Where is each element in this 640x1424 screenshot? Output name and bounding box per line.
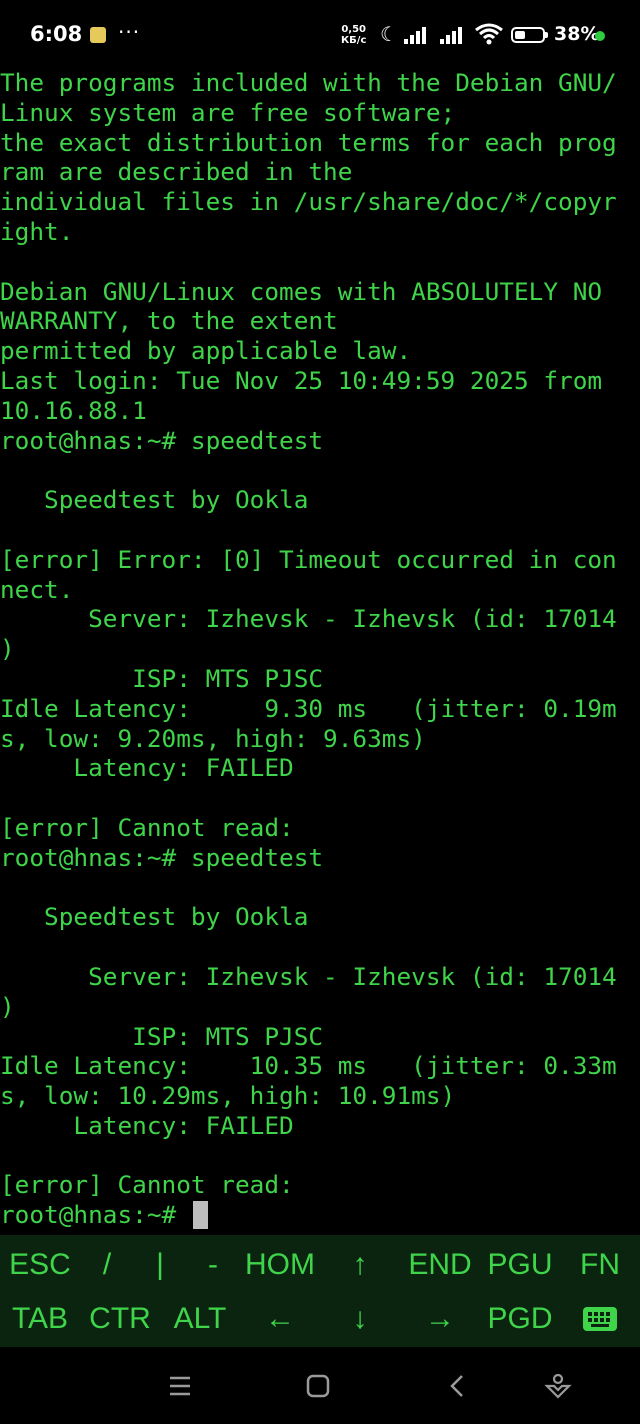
terminal-line: Debian GNU/Linux comes with ABSOLUTELY N… [0,276,603,306]
navigation-bar [0,1347,640,1424]
key-fn[interactable]: FN [560,1237,640,1293]
terminal-line: Idle Latency: 9.30 ms (jitter: 0.19m [0,693,617,723]
key-right[interactable]: → [400,1291,480,1347]
more-notifications-icon: ··· [118,20,141,44]
status-bar: 6:08 ··· 0,50 КБ/с ☾ 38% [0,0,640,72]
keyboard-icon[interactable] [560,1291,640,1347]
clock: 6:08 [30,22,83,46]
terminal-line: [error] Cannot read: [0,812,294,842]
battery-icon [511,27,545,43]
terminal-line: s, low: 9.20ms, high: 9.63ms) [0,723,426,753]
network-speed-unit: КБ/с [341,35,367,46]
notification-icon [90,27,106,43]
terminal-line: Last login: Tue Nov 25 10:49:59 2025 fro… [0,365,603,395]
signal-icon [404,26,434,44]
terminal-line: ) [0,634,15,664]
text-cursor [192,1201,208,1230]
extra-keys-bar: ESC / | - HOM ↑ END PGU FN TAB CTR ALT ← ↓ → PGD [0,1235,640,1347]
terminal-line: The programs included with the Debian GN… [0,68,617,97]
terminal-line: Idle Latency: 10.35 ms (jitter: 0.33m [0,1051,617,1081]
key-up[interactable]: ↑ [320,1237,400,1293]
terminal-line: Latency: FAILED [0,1110,294,1140]
key-ctr[interactable]: CTR [80,1291,160,1347]
terminal-line: ISP: MTS PJSC [0,663,324,693]
key-pgu[interactable]: PGU [480,1237,560,1293]
assistant-icon[interactable] [543,1371,573,1401]
network-speed-value: 0,50 [341,24,367,35]
key-pgd[interactable]: PGD [480,1291,560,1347]
terminal-line: WARRANTY, to the extent [0,306,338,336]
terminal-line: ight. [0,216,74,246]
terminal-line: Linux system are free software; [0,97,456,127]
terminal-line: [error] Cannot read: [0,1170,294,1200]
terminal-line: Speedtest by Ookla [0,485,309,515]
terminal-line: Server: Izhevsk - Izhevsk (id: 17014 [0,604,617,634]
moon-icon: ☾ [380,22,398,46]
terminal-line: 10.16.88.1 [0,395,147,425]
shell-prompt: root@hnas:~# [0,1200,191,1230]
terminal-line: [error] Error: [0] Timeout occurred in c… [0,544,617,574]
battery-percent: 38% [554,23,600,45]
terminal-line: s, low: 10.29ms, high: 10.91ms) [0,1081,456,1111]
terminal-line: Server: Izhevsk - Izhevsk (id: 17014 [0,961,617,991]
battery-tip [545,32,548,38]
terminal-line: root@hnas:~# speedtest [0,842,324,872]
battery-level-fill [515,31,525,39]
key-tab[interactable]: TAB [0,1291,80,1347]
terminal-line: Speedtest by Ookla [0,902,309,932]
key-hom[interactable]: HOM [240,1237,320,1293]
signal-icon [440,26,470,44]
key-left[interactable]: ← [240,1291,320,1347]
key-down[interactable]: ↓ [320,1291,400,1347]
terminal-prompt-line[interactable]: root@hnas:~# [0,1200,640,1230]
terminal-output[interactable]: The programs included with the Debian GN… [0,68,640,1232]
network-speed: 0,50 КБ/с [341,24,366,46]
key-alt[interactable]: ALT [160,1291,240,1347]
terminal-line: permitted by applicable law. [0,336,412,366]
terminal-line: Latency: FAILED [0,753,294,783]
terminal-line: ram are described in the [0,157,353,187]
terminal-line: root@hnas:~# speedtest [0,425,324,455]
key-end[interactable]: END [400,1237,480,1293]
home-icon[interactable] [303,1371,333,1401]
back-icon[interactable] [442,1371,472,1401]
terminal-line: ISP: MTS PJSC [0,1021,324,1051]
terminal-line: nect. [0,574,74,604]
wifi-icon [475,23,503,45]
terminal-line: individual files in /usr/share/doc/*/cop… [0,187,617,217]
menu-icon[interactable] [165,1371,195,1401]
terminal-line: ) [0,991,15,1021]
terminal-line: the exact distribution terms for each pr… [0,127,617,157]
privacy-indicator-dot [595,31,605,41]
